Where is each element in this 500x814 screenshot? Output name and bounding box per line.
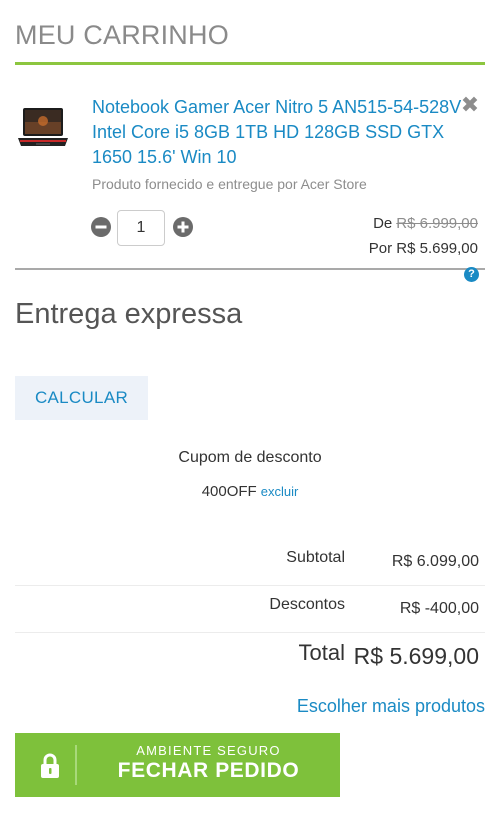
coupon-remove-link[interactable]: excluir bbox=[261, 484, 299, 499]
checkout-button[interactable]: AMBIENTE SEGURO FECHAR PEDIDO bbox=[15, 733, 340, 797]
laptop-image bbox=[18, 108, 68, 146]
close-icon[interactable]: ✖ bbox=[458, 93, 482, 117]
product-thumbnail[interactable] bbox=[16, 104, 70, 152]
coupon-label: Cupom de desconto bbox=[178, 449, 322, 466]
page-title: MEU CARRINHO bbox=[15, 20, 229, 50]
summary-divider bbox=[15, 632, 485, 633]
checkout-label: FECHAR PEDIDO bbox=[117, 759, 300, 782]
total-value: R$ 5.699,00 bbox=[353, 643, 479, 669]
original-price-prefix: De bbox=[373, 215, 393, 232]
discount-label: Descontos bbox=[269, 596, 345, 613]
coupon-applied: 400OFF excluir bbox=[0, 483, 500, 500]
item-divider bbox=[15, 268, 485, 270]
subtotal-value: R$ 6.099,00 bbox=[391, 553, 479, 570]
quantity-input[interactable] bbox=[117, 210, 165, 246]
product-name-link[interactable]: Notebook Gamer Acer Nitro 5 AN515-54-528… bbox=[92, 95, 464, 170]
discount-value: R$ -400,00 bbox=[399, 600, 479, 617]
title-divider bbox=[15, 62, 485, 65]
coupon-code: 400OFF bbox=[201, 483, 257, 500]
delivery-title: Entrega expressa bbox=[15, 298, 243, 330]
original-price: De R$ 6.999,00 bbox=[373, 215, 478, 232]
minus-circle-icon[interactable] bbox=[91, 217, 111, 237]
secure-label: AMBIENTE SEGURO bbox=[136, 743, 281, 758]
summary-divider bbox=[15, 585, 485, 586]
calculate-shipping-button[interactable]: CALCULAR bbox=[15, 376, 148, 420]
help-icon[interactable]: ? bbox=[464, 267, 479, 282]
original-price-value: R$ 6.999,00 bbox=[396, 215, 478, 232]
lock-icon bbox=[39, 753, 61, 779]
seller-info: Produto fornecido e entregue por Acer St… bbox=[92, 176, 367, 192]
current-price: Por R$ 5.699,00 bbox=[368, 240, 478, 257]
subtotal-label: Subtotal bbox=[286, 549, 345, 566]
choose-more-products-link[interactable]: Escolher mais produtos bbox=[297, 696, 485, 717]
plus-circle-icon[interactable] bbox=[173, 217, 193, 237]
